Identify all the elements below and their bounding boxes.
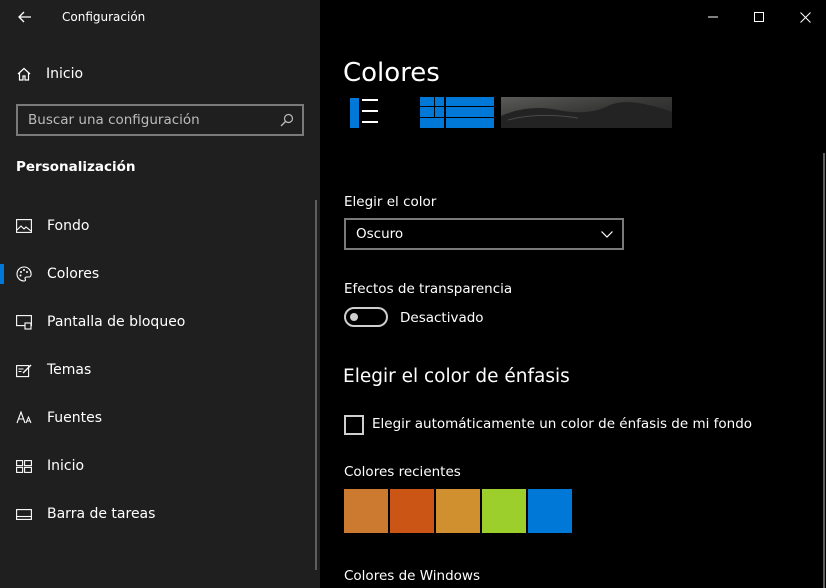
sidebar-item-label: Temas [47, 362, 92, 378]
section-title: Personalización [16, 159, 136, 175]
choose-color-label: Elegir el color [344, 194, 437, 210]
chevron-down-icon [601, 231, 613, 238]
sidebar-item-fuentes[interactable]: Fuentes [0, 398, 320, 438]
accent-heading: Elegir el color de énfasis [343, 366, 570, 387]
window-title: Configuración [62, 10, 146, 24]
sidebar-item-label: Fondo [47, 218, 90, 234]
sidebar-scrollbar[interactable] [315, 200, 317, 570]
search-icon[interactable] [280, 113, 294, 127]
minimize-icon [708, 16, 718, 18]
recent-colors-label: Colores recientes [344, 464, 461, 480]
lock-screen-icon [16, 314, 32, 330]
sidebar-item-pantalla-de-bloqueo[interactable]: Pantalla de bloqueo [0, 302, 320, 342]
home-icon [17, 67, 31, 81]
auto-accent-checkbox[interactable] [344, 415, 364, 435]
search-box[interactable] [16, 104, 304, 136]
maximize-icon [754, 12, 764, 22]
palette-icon [16, 266, 32, 282]
search-input[interactable] [18, 111, 270, 129]
sidebar-item-label: Inicio [47, 458, 85, 474]
taskbar-icon [16, 508, 32, 520]
color-mode-dropdown[interactable]: Oscuro [344, 218, 624, 250]
back-button[interactable] [14, 7, 36, 27]
sidebar-home-label: Inicio [46, 66, 84, 82]
sidebar-item-barra-de-tareas[interactable]: Barra de tareas [0, 494, 320, 534]
main-scrollbar[interactable] [823, 153, 825, 588]
color-swatch[interactable] [390, 489, 434, 533]
sidebar-item-label: Colores [47, 266, 100, 282]
auto-accent-label: Elegir automáticamente un color de énfas… [372, 416, 753, 432]
start-icon [16, 459, 32, 473]
sidebar-item-fondo[interactable]: Fondo [0, 206, 320, 246]
close-button[interactable] [782, 0, 826, 34]
sidebar-item-inicio[interactable]: Inicio [0, 446, 320, 486]
picture-icon [16, 219, 32, 233]
color-mode-value: Oscuro [356, 226, 404, 242]
maximize-button[interactable] [736, 0, 782, 34]
fonts-icon [16, 411, 32, 424]
windows-colors-label: Colores de Windows [344, 568, 481, 584]
sidebar-item-label: Barra de tareas [47, 506, 156, 522]
sidebar-item-temas[interactable]: Temas [0, 350, 320, 390]
back-arrow-icon [18, 11, 31, 23]
theme-preview [350, 97, 672, 128]
minimize-button[interactable] [690, 0, 736, 34]
transparency-toggle[interactable] [344, 307, 388, 327]
color-swatch[interactable] [528, 489, 572, 533]
sidebar-home[interactable]: Inicio [16, 64, 83, 84]
color-swatch[interactable] [344, 489, 388, 533]
sidebar-item-label: Pantalla de bloqueo [47, 314, 186, 330]
themes-icon [16, 364, 32, 377]
toggle-knob [350, 313, 358, 321]
transparency-label: Efectos de transparencia [344, 281, 513, 297]
color-swatch[interactable] [436, 489, 480, 533]
color-swatch[interactable] [482, 489, 526, 533]
page-title: Colores [343, 58, 440, 88]
close-icon [799, 11, 811, 23]
sidebar-item-label: Fuentes [47, 410, 103, 426]
sidebar: Configuración Inicio Personalización Fon… [0, 0, 320, 588]
sidebar-item-colores[interactable]: Colores [0, 254, 320, 294]
selection-indicator [0, 264, 4, 284]
transparency-state: Desactivado [400, 310, 484, 326]
